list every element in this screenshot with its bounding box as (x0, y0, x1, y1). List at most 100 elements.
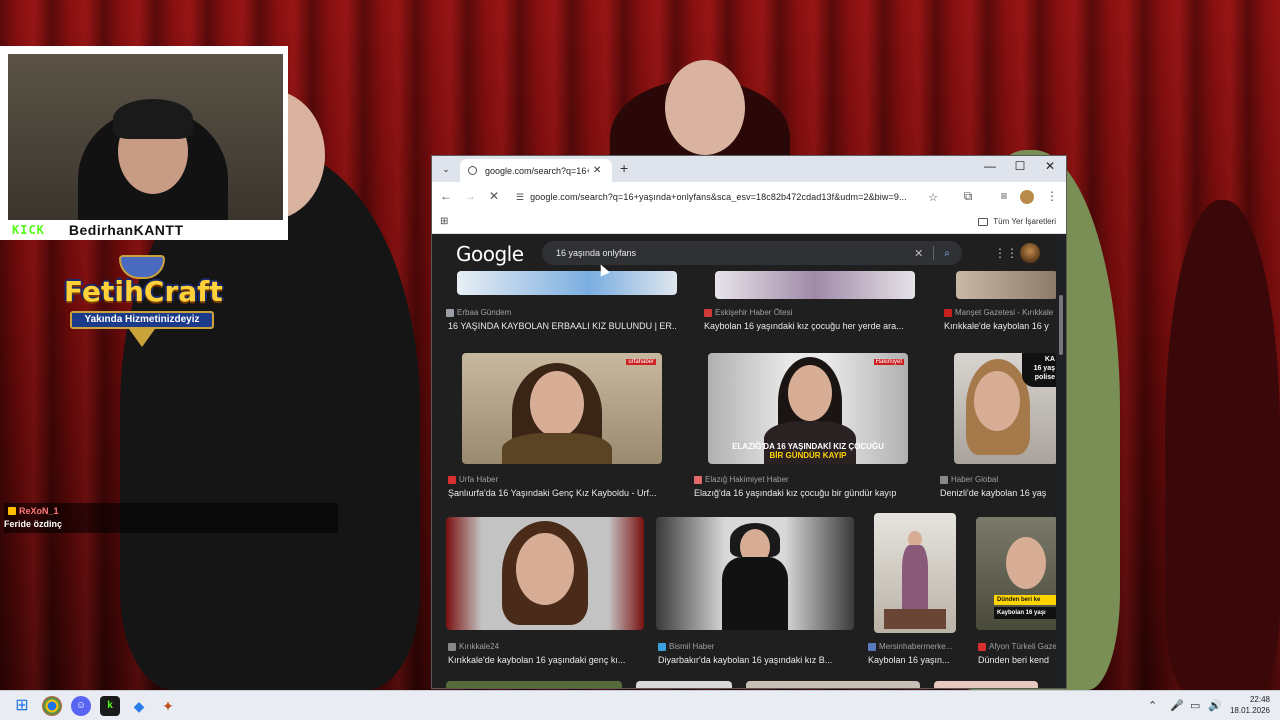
site-favicon-icon (978, 642, 986, 651)
result-title[interactable]: Dünden beri kend (978, 655, 1058, 665)
address-bar[interactable]: ☰ google.com/search?q=16+yaşında+onlyfan… (512, 186, 954, 208)
browser-toolbar: ← → ✕ ☰ google.com/search?q=16+yaşında+o… (432, 182, 1066, 212)
app-diamond-icon[interactable]: ◆ (129, 696, 149, 716)
webcam-video (8, 54, 283, 220)
image-result-peek[interactable] (934, 681, 1038, 688)
result-source: Erbaa Gündem (457, 308, 512, 317)
menu-icon[interactable]: ⋮ (1044, 189, 1060, 203)
fetihcraft-tagline: Yakında Hizmetinizdeyiz (70, 311, 214, 329)
result-title[interactable]: Şanlıurfa'da 16 Yaşındaki Genç Kız Kaybo… (448, 488, 688, 498)
result-source: Eskişehir Haber Ötesi (715, 308, 793, 317)
result-title[interactable]: Denizli'de kaybolan 16 yaş (940, 488, 1058, 498)
site-favicon-icon (448, 475, 456, 484)
game-app-icon[interactable]: ✦ (158, 696, 178, 716)
display-icon[interactable]: ▭ (1190, 699, 1200, 712)
all-bookmarks-button[interactable]: Tüm Yer İşaretleri (978, 217, 1056, 226)
thumb-caption-line: Dünden beri ke (994, 595, 1058, 605)
chat-text: Feride özdinç (4, 519, 63, 529)
thumb-caption-line: BİR GÜNDÜR KAYIP (769, 451, 847, 460)
image-result[interactable]: Mersinhabermerke... Kaybolan 16 yaşın... (868, 513, 968, 667)
webcam-name-bar: KICK BedirhanKANTT (8, 222, 283, 238)
microphone-icon[interactable]: 🎤 (1170, 699, 1184, 712)
search-query[interactable]: 16 yaşında onlyfans (556, 248, 914, 258)
result-title[interactable]: Kaybolan 16 yaşın... (868, 655, 968, 665)
site-favicon-icon (448, 642, 456, 651)
shield-point-icon (129, 329, 155, 347)
image-result[interactable]: Kırıkkale24 Kırıkkale'de kaybolan 16 yaş… (446, 517, 648, 667)
browser-window: ⌄ google.com/search?q=16+yaşında ✕ + — ☐… (431, 155, 1067, 689)
google-account-avatar[interactable] (1020, 243, 1040, 263)
page-scrollbar[interactable] (1056, 235, 1066, 688)
thumb-caption-line: polise (1034, 374, 1055, 381)
image-result[interactable]: Manşet Gazetesi - Kırıkkale Kırıkkale'de… (944, 271, 1058, 333)
stop-loading-icon[interactable]: ✕ (486, 189, 502, 203)
chat-message: ReXoN_1 Feride özdinç (4, 503, 338, 533)
close-tab-icon[interactable]: ✕ (593, 165, 601, 176)
close-window-button[interactable]: ✕ (1038, 159, 1062, 173)
thumb-watermark: urfahaber (626, 359, 656, 365)
apps-grid-icon[interactable]: ⊞ (440, 216, 448, 227)
image-result-peek[interactable] (746, 681, 920, 688)
result-title[interactable]: Elazığ'da 16 yaşındaki kız çocuğu bir gü… (694, 488, 926, 498)
image-result[interactable]: urfahaber Urfa Haber Şanlıurfa'da 16 Yaş… (446, 353, 686, 503)
tab-active[interactable]: google.com/search?q=16+yaşında ✕ (460, 159, 612, 182)
chat-username: ReXoN_1 (8, 506, 59, 516)
fetihcraft-logo: FetihCraft Yakında Hizmetinizdeyiz (64, 255, 223, 350)
site-info-icon[interactable]: ☰ (516, 192, 524, 203)
thumb-caption-line: 16 yaş (1033, 365, 1055, 372)
result-source: Manşet Gazetesi - Kırıkkale (955, 308, 1054, 317)
profile-avatar[interactable] (1020, 190, 1034, 204)
minimize-button[interactable]: — (978, 159, 1002, 173)
result-source: Elazığ Hakimiyet Haber (705, 475, 789, 484)
webcam-overlay: KICK BedirhanKANTT (0, 46, 288, 240)
folder-icon (978, 217, 989, 226)
globe-icon (468, 166, 477, 175)
clear-icon[interactable]: ✕ (914, 247, 923, 260)
result-title[interactable]: 16 YAŞINDA KAYBOLAN ERBAALI KIZ BULUNDU … (448, 321, 676, 331)
image-result-peek[interactable] (446, 681, 622, 688)
image-result[interactable]: Bismil Haber Diyarbakır'da kaybolan 16 y… (656, 517, 856, 667)
image-result[interactable]: Hakimiyet ELAZIĞ'DA 16 YAŞINDAKİ KIZ ÇOC… (694, 353, 926, 503)
site-favicon-icon (704, 308, 712, 317)
forward-icon[interactable]: → (462, 189, 478, 203)
thumb-caption: KA 16 yaş polise (1022, 353, 1058, 387)
windows-start-icon[interactable]: ⊞ (12, 696, 32, 716)
site-favicon-icon (694, 475, 702, 484)
search-icon[interactable]: ⌕ (944, 248, 950, 259)
tray-expand-icon[interactable]: ⌃ (1148, 699, 1157, 712)
volume-icon[interactable]: 🔊 (1208, 699, 1222, 712)
result-source: Bismil Haber (669, 642, 715, 651)
extensions-icon[interactable]: ⧉ (960, 189, 976, 204)
search-divider (933, 246, 935, 260)
result-title[interactable]: Kırıkkale'de kaybolan 16 yaşındaki genç … (448, 655, 648, 665)
site-favicon-icon (446, 308, 454, 317)
kick-app-icon[interactable]: k (100, 696, 120, 716)
site-favicon-icon (868, 642, 876, 651)
site-favicon-icon (944, 308, 952, 317)
kick-logo: KICK (12, 223, 45, 237)
image-result[interactable]: KA 16 yaş polise Haber Global Denizli'de k… (940, 353, 1058, 503)
image-result[interactable]: Erbaa Gündem 16 YAŞINDA KAYBOLAN ERBAALI… (446, 271, 677, 333)
tab-search-button[interactable]: ⌄ (438, 161, 454, 177)
maximize-button[interactable]: ☐ (1008, 159, 1032, 173)
star-icon[interactable]: ☆ (928, 191, 938, 204)
bookmarks-bar: ⊞ Tüm Yer İşaretleri (432, 212, 1066, 234)
result-title[interactable]: Kırıkkale'de kaybolan 16 y (944, 321, 1058, 331)
new-tab-button[interactable]: + (620, 160, 628, 176)
result-title[interactable]: Kaybolan 16 yaşındaki kız çocuğu her yer… (704, 321, 924, 331)
system-clock[interactable]: 22:48 18.01.2026 (1230, 694, 1270, 716)
back-icon[interactable]: ← (438, 189, 454, 203)
result-source: Urfa Haber (459, 475, 499, 484)
result-title[interactable]: Diyarbakır'da kaybolan 16 yaşındaki kız … (658, 655, 852, 665)
chrome-icon[interactable] (42, 696, 62, 716)
image-result[interactable]: Eskişehir Haber Ötesi Kaybolan 16 yaşınd… (704, 271, 934, 333)
media-icon[interactable]: ≡ (996, 189, 1012, 203)
thumb-caption-line: KA (1044, 356, 1055, 363)
discord-icon[interactable]: ☺ (71, 696, 91, 716)
site-favicon-icon (940, 475, 948, 484)
scrollbar-thumb[interactable] (1059, 295, 1063, 355)
crown-badge-icon (8, 507, 16, 515)
google-logo[interactable]: Google (456, 242, 524, 266)
image-result[interactable]: Dünden beri ke Kaybolan 16 yaşı Afyon Tü… (976, 517, 1058, 667)
image-result-peek[interactable] (636, 681, 732, 688)
